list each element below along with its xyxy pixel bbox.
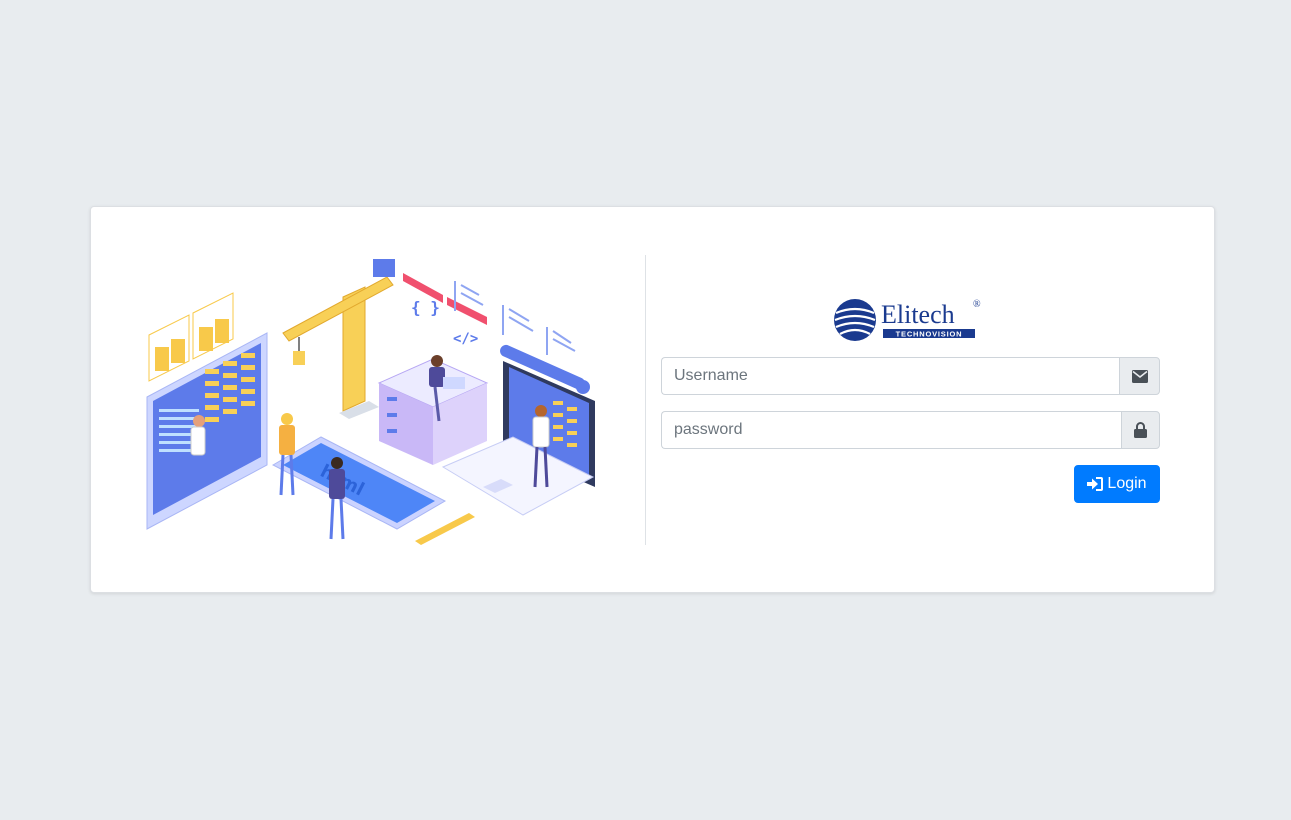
crane: [282, 259, 395, 419]
password-input[interactable]: [661, 411, 1121, 449]
vertical-divider: [645, 255, 646, 545]
sign-in-icon: [1087, 477, 1104, 491]
registered-mark: ®: [973, 299, 981, 310]
username-addon: [1119, 357, 1160, 395]
globe-icon: [834, 299, 876, 341]
logo-tagline: TECHNOVISION: [896, 330, 963, 339]
envelope-icon: [1131, 369, 1148, 383]
elitech-logo: Elitech ® TECHNOVISION: [834, 299, 981, 341]
braces-label: { }: [411, 298, 440, 317]
password-addon: [1121, 411, 1160, 449]
username-group: [661, 357, 1160, 395]
login-button-label: Login: [1107, 475, 1147, 492]
pencil: [415, 513, 475, 545]
username-input[interactable]: [661, 357, 1119, 395]
lock-icon: [1134, 422, 1147, 438]
logo-wordmark: Elitech: [881, 300, 955, 329]
code-panels: { } </>: [403, 273, 576, 355]
password-group: [661, 411, 1160, 449]
login-card: { } </> Elitech ® TECHNOVISION Username …: [90, 206, 1215, 593]
login-button[interactable]: Login: [1074, 465, 1160, 503]
tag-label: </>: [453, 331, 478, 347]
dev-team-illustration: { } </>: [146, 259, 595, 545]
